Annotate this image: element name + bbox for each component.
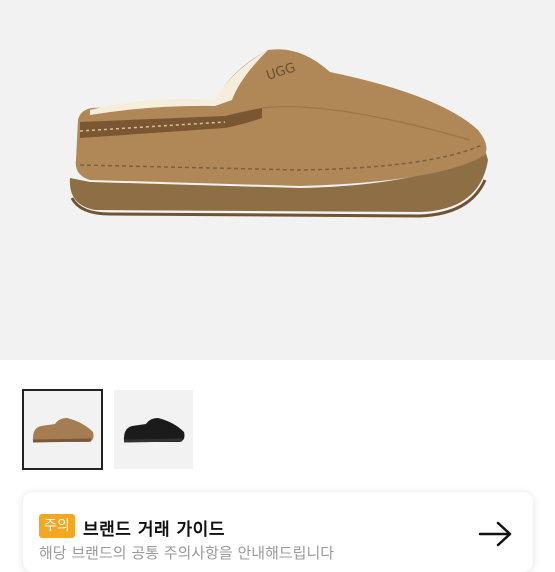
thumbnail-chestnut[interactable] — [22, 389, 103, 470]
slipper-illustration: UGG — [69, 49, 489, 218]
thumbnail-black[interactable] — [114, 390, 193, 469]
thumbnail-list — [22, 389, 193, 470]
slipper-chestnut-icon — [32, 418, 94, 443]
brand-guide-card[interactable]: 주의 브랜드 거래 가이드 해당 브랜드의 공통 주의사항을 안내해드립니다 — [23, 492, 533, 572]
slipper-black-icon — [123, 418, 185, 443]
guide-description: 해당 브랜드의 공통 주의사항을 안내해드립니다 — [39, 544, 335, 562]
guide-title: 브랜드 거래 가이드 — [83, 520, 225, 540]
caution-badge: 주의 — [39, 514, 75, 538]
arrow-right-icon[interactable] — [478, 520, 514, 548]
product-image[interactable]: UGG — [0, 0, 555, 360]
